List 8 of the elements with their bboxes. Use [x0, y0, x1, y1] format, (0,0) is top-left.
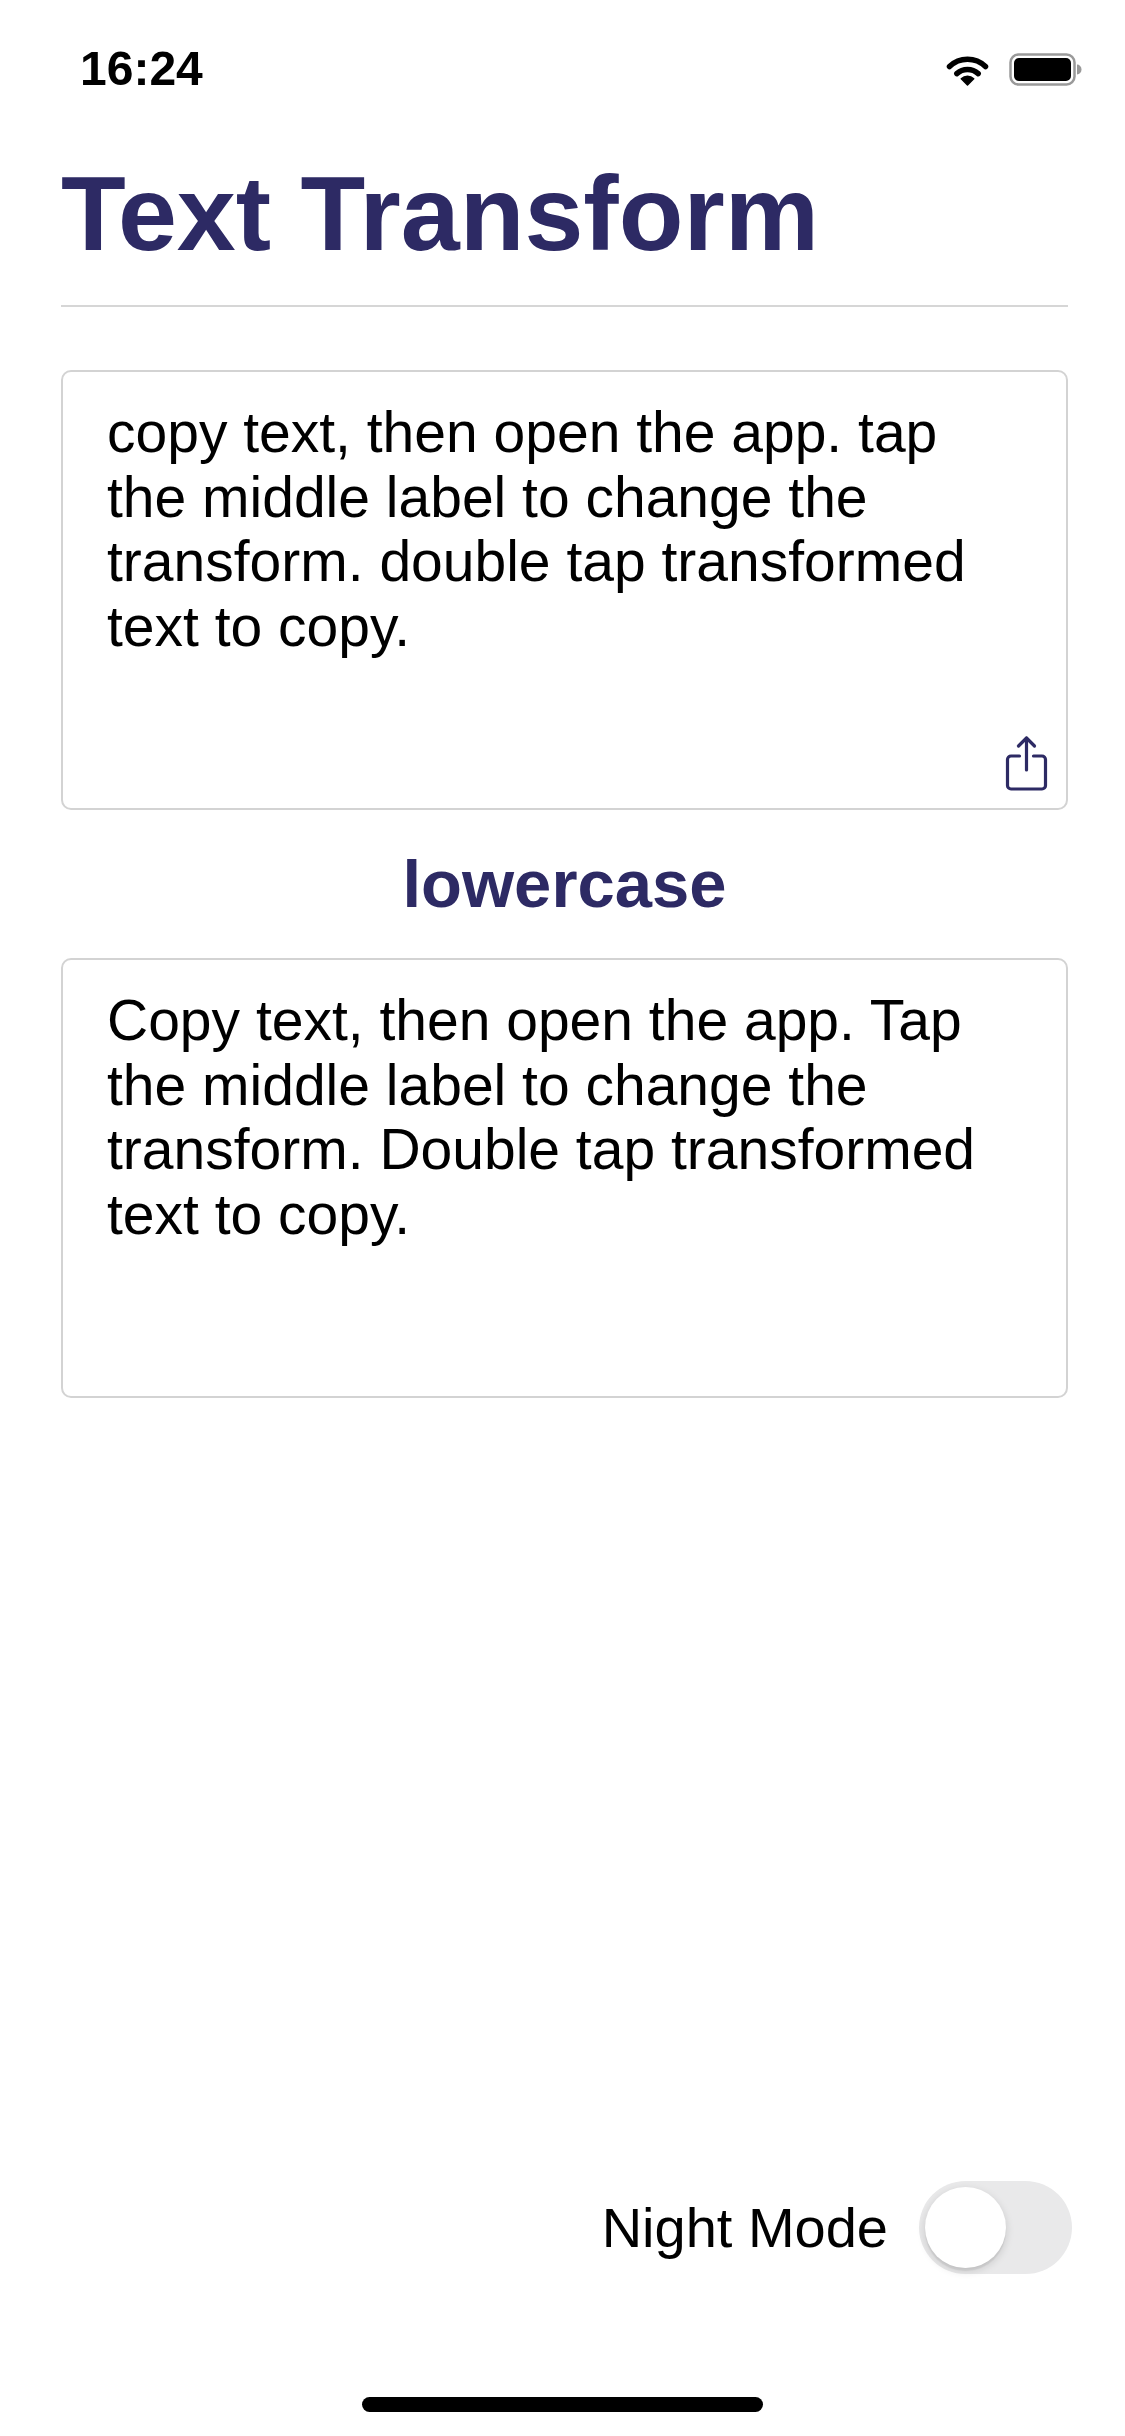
app-title: Text Transform	[61, 153, 820, 273]
text-area[interactable]: Copy text, then open the app. Tap the middle label to change the transform. Double tap transformed text to copy.	[61, 958, 1068, 1398]
transform-label[interactable]: lowercase	[402, 844, 727, 924]
status-time: 16:24	[80, 45, 203, 93]
share-icon[interactable]	[1004, 735, 1049, 791]
battery-icon	[1009, 52, 1082, 86]
text-area[interactable]: copy text, then open the app. tap the middle label to change the transform. double tap transformed text to copy.	[61, 370, 1068, 810]
night-mode-label: Night Mode	[601, 2195, 888, 2260]
